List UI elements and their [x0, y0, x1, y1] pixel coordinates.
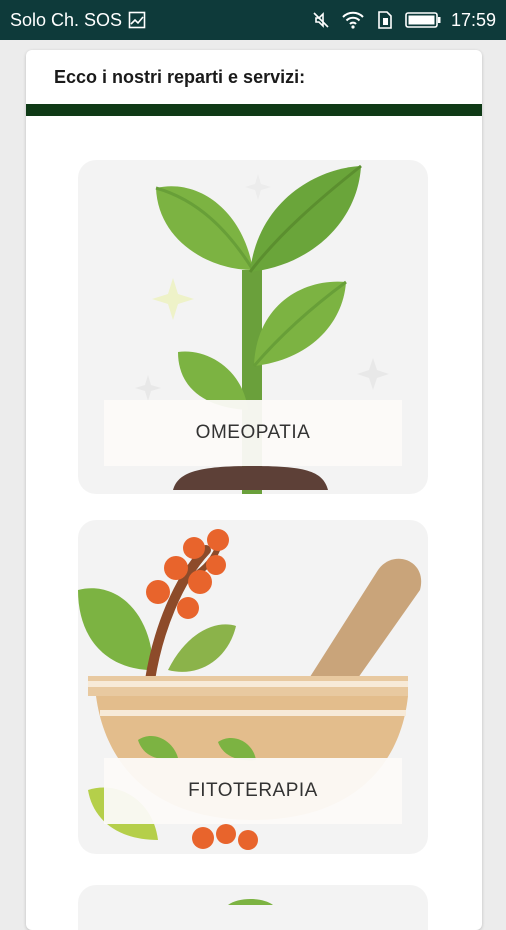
- services-card: Ecco i nostri reparti e servizi: OMEOPAT…: [26, 50, 482, 930]
- status-bar: Solo Ch. SOS 17:59: [0, 0, 506, 40]
- service-tile-partial[interactable]: [78, 885, 428, 930]
- status-left: Solo Ch. SOS: [10, 10, 146, 31]
- wifi-icon: [341, 10, 365, 30]
- card-header: Ecco i nostri reparti e servizi:: [54, 66, 306, 87]
- status-right: 17:59: [311, 10, 496, 31]
- service-label: OMEOPATIA: [104, 400, 402, 466]
- service-tile-omeopatia[interactable]: OMEOPATIA: [78, 160, 428, 494]
- clock: 17:59: [450, 9, 496, 30]
- service-label: FITOTERAPIA: [104, 758, 402, 824]
- tile-art-partial: [228, 899, 273, 905]
- sim-icon: [375, 10, 395, 30]
- image-icon: [128, 11, 146, 29]
- header-divider: [26, 104, 482, 116]
- battery-icon: [405, 11, 441, 29]
- service-tile-fitoterapia[interactable]: FITOTERAPIA: [78, 520, 428, 854]
- carrier-label: Solo Ch. SOS: [10, 9, 123, 30]
- mute-icon: [311, 10, 331, 30]
